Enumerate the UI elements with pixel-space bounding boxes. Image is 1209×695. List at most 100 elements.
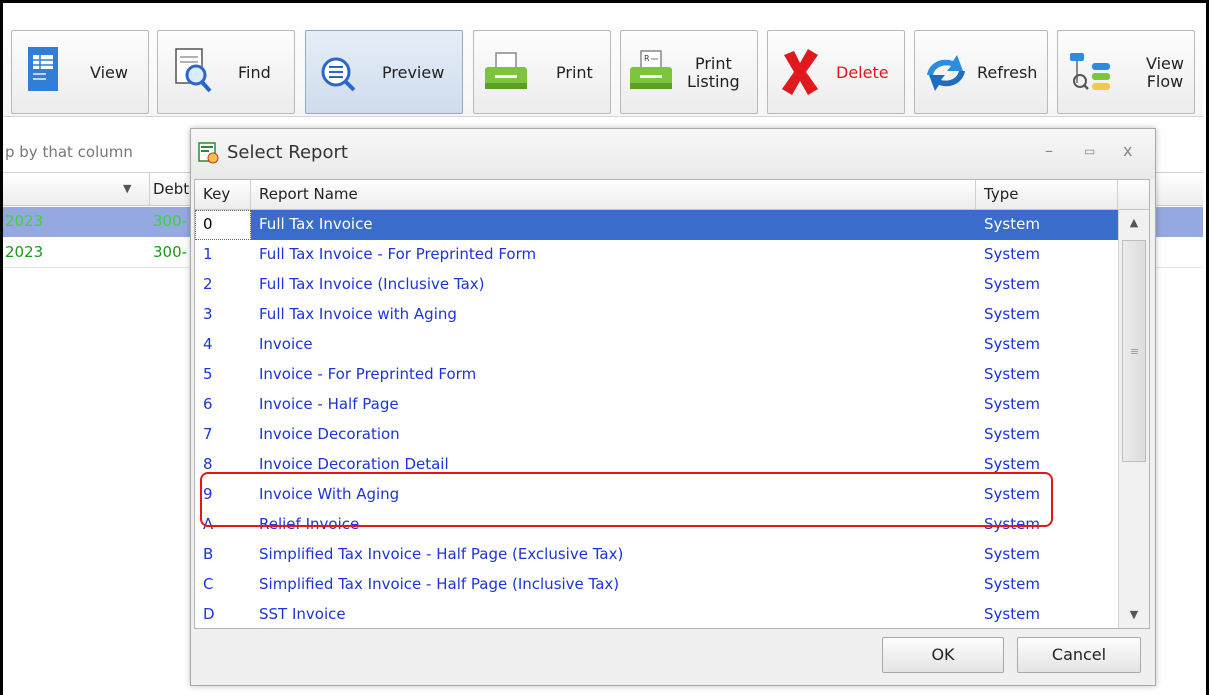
- view-flow-button[interactable]: View Flow: [1057, 30, 1195, 114]
- dialog-title-bar[interactable]: Select Report – ▭ x: [191, 129, 1155, 179]
- column-header-report-name[interactable]: Report Name: [251, 180, 976, 210]
- view-flow-label-line1: View: [1146, 54, 1184, 73]
- report-key: C: [203, 575, 214, 593]
- scroll-up-icon[interactable]: ▲: [1119, 210, 1149, 236]
- grip-icon: ≡: [1130, 345, 1140, 358]
- group-by-hint: p by that column: [5, 143, 133, 161]
- report-name: Full Tax Invoice (Inclusive Tax): [259, 275, 485, 293]
- preview-button[interactable]: Preview: [305, 30, 463, 114]
- report-name: Invoice With Aging: [259, 485, 400, 503]
- print-listing-label-line2: Listing: [687, 72, 740, 91]
- find-button[interactable]: Find: [157, 30, 295, 114]
- grid-header-col2[interactable]: Debt: [153, 180, 189, 198]
- report-name: Full Tax Invoice: [259, 215, 373, 233]
- report-list: Key Report Name Type 0 Full Tax Invoice …: [194, 179, 1150, 629]
- report-row[interactable]: C Simplified Tax Invoice - Half Page (In…: [195, 570, 1118, 600]
- print-button[interactable]: Print: [473, 30, 611, 114]
- report-type: System: [984, 305, 1040, 323]
- toolbar: View Find Preview Print R Print Listing …: [3, 3, 1203, 117]
- dialog-title: Select Report: [227, 142, 348, 163]
- report-list-header: Key Report Name Type: [195, 180, 1149, 210]
- report-icon: [198, 142, 219, 164]
- print-button-label: Print: [556, 63, 593, 82]
- delete-icon: [782, 49, 818, 95]
- report-row[interactable]: 8 Invoice Decoration Detail System: [195, 450, 1118, 480]
- report-name: SST Invoice: [259, 605, 346, 623]
- grid-cell-date: 2023: [5, 212, 44, 230]
- view-flow-label-line2: Flow: [1146, 72, 1184, 91]
- report-name: Relief Invoice: [259, 515, 360, 533]
- print-listing-button[interactable]: R Print Listing: [620, 30, 758, 114]
- view-flow-icon: [1070, 53, 1110, 90]
- maximize-button[interactable]: ▭: [1084, 144, 1095, 158]
- grid-header-col1[interactable]: ▼: [3, 173, 150, 206]
- report-row[interactable]: 1 Full Tax Invoice - For Preprinted Form…: [195, 240, 1118, 270]
- report-type: System: [984, 515, 1040, 533]
- vertical-scrollbar[interactable]: ▲ ≡ ▼: [1118, 210, 1149, 628]
- view-flow-button-label: View Flow: [1146, 31, 1184, 115]
- report-row[interactable]: B Simplified Tax Invoice - Half Page (Ex…: [195, 540, 1118, 570]
- report-type: System: [984, 335, 1040, 353]
- report-name: Invoice: [259, 335, 313, 353]
- report-row[interactable]: 3 Full Tax Invoice with Aging System: [195, 300, 1118, 330]
- ok-button[interactable]: OK: [882, 637, 1004, 673]
- report-key: D: [203, 605, 215, 623]
- report-name: Invoice - For Preprinted Form: [259, 365, 477, 383]
- minimize-button[interactable]: –: [1045, 141, 1053, 160]
- report-type: System: [984, 425, 1040, 443]
- report-key: 7: [203, 425, 213, 443]
- report-name: Simplified Tax Invoice - Half Page (Excl…: [259, 545, 624, 563]
- report-name: Full Tax Invoice - For Preprinted Form: [259, 245, 537, 263]
- report-row[interactable]: D SST Invoice System: [195, 600, 1118, 628]
- grid-cell-debtor: 300-: [153, 212, 188, 230]
- preview-button-label: Preview: [382, 63, 445, 82]
- scrollbar-thumb[interactable]: ≡: [1122, 240, 1146, 462]
- report-row[interactable]: 5 Invoice - For Preprinted Form System: [195, 360, 1118, 390]
- report-key: 2: [203, 275, 213, 293]
- delete-button-label: Delete: [836, 63, 889, 82]
- report-name: Invoice Decoration: [259, 425, 400, 443]
- column-header-key[interactable]: Key: [195, 180, 251, 210]
- scroll-down-icon[interactable]: ▼: [1119, 602, 1149, 628]
- refresh-button[interactable]: Refresh: [914, 30, 1048, 114]
- report-row[interactable]: A Relief Invoice System: [195, 510, 1118, 540]
- print-listing-label-line1: Print: [694, 54, 732, 73]
- report-row[interactable]: 4 Invoice System: [195, 330, 1118, 360]
- report-type: System: [984, 545, 1040, 563]
- find-icon: [175, 48, 212, 93]
- preview-icon: [321, 57, 356, 92]
- report-key: 1: [203, 245, 213, 263]
- report-row[interactable]: 6 Invoice - Half Page System: [195, 390, 1118, 420]
- report-key: 0: [203, 215, 213, 233]
- report-type: System: [984, 605, 1040, 623]
- print-icon: [485, 52, 527, 89]
- cancel-button[interactable]: Cancel: [1017, 637, 1141, 673]
- report-row[interactable]: 2 Full Tax Invoice (Inclusive Tax) Syste…: [195, 270, 1118, 300]
- report-row[interactable]: 7 Invoice Decoration System: [195, 420, 1118, 450]
- report-key: B: [203, 545, 214, 563]
- report-key: 9: [203, 485, 213, 503]
- report-row[interactable]: 0 Full Tax Invoice System: [195, 210, 1118, 240]
- column-header-type[interactable]: Type: [976, 180, 1118, 210]
- print-listing-button-label: Print Listing: [687, 31, 740, 115]
- report-type: System: [984, 245, 1040, 263]
- grid-cell-date: 2023: [5, 243, 44, 261]
- svg-text:R: R: [644, 54, 650, 63]
- report-name: Full Tax Invoice with Aging: [259, 305, 457, 323]
- grid-cell-debtor: 300-: [153, 243, 188, 261]
- find-button-label: Find: [238, 63, 271, 82]
- view-button[interactable]: View: [11, 30, 149, 114]
- sort-dropdown-icon[interactable]: ▼: [123, 182, 131, 195]
- delete-button[interactable]: Delete: [767, 30, 905, 114]
- report-name: Simplified Tax Invoice - Half Page (Incl…: [259, 575, 620, 593]
- print-listing-icon: R: [630, 50, 672, 89]
- report-key: 6: [203, 395, 213, 413]
- view-icon: [28, 47, 58, 91]
- report-key: 4: [203, 335, 213, 353]
- report-type: System: [984, 455, 1040, 473]
- view-button-label: View: [90, 63, 128, 82]
- report-row[interactable]: 9 Invoice With Aging System: [195, 480, 1118, 510]
- close-button[interactable]: x: [1123, 141, 1132, 160]
- report-name: Invoice - Half Page: [259, 395, 399, 413]
- report-key: A: [203, 515, 214, 533]
